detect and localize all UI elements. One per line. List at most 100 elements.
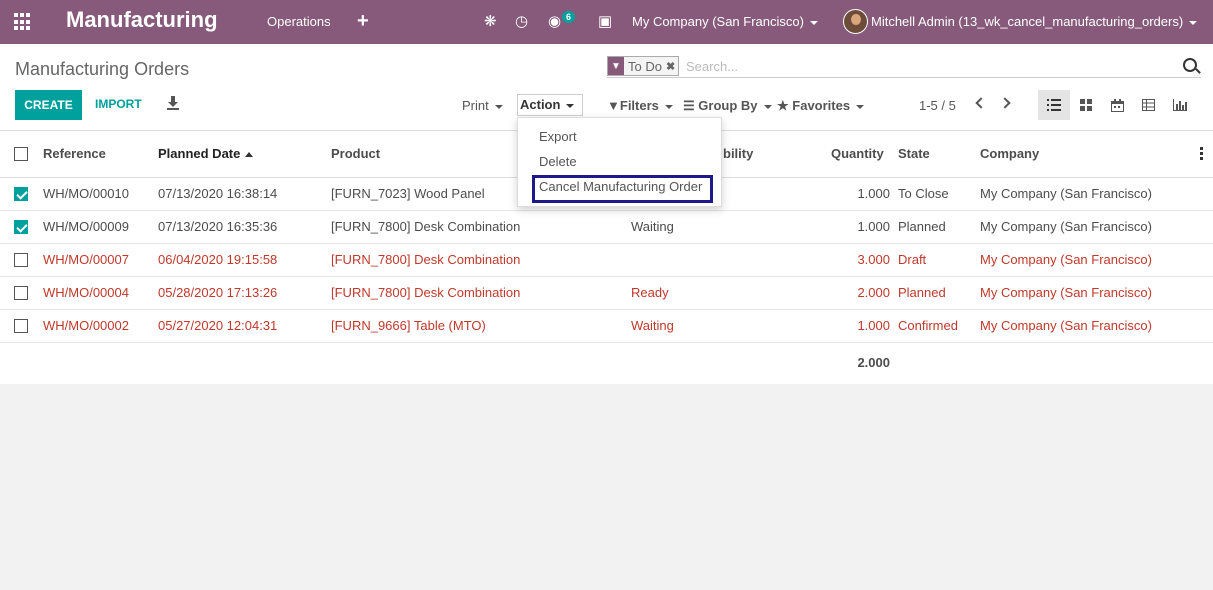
- table-row[interactable]: WH/MO/00004 05/28/2020 17:13:26 [FURN_78…: [0, 277, 1213, 310]
- row-checkbox[interactable]: [14, 286, 28, 300]
- download-icon[interactable]: [167, 96, 179, 110]
- caret-down-icon: [494, 104, 503, 109]
- cell-state: Planned: [898, 285, 946, 300]
- cell-quantity: 1.000: [857, 318, 890, 333]
- kanban-view-icon[interactable]: [1070, 90, 1102, 120]
- pager-previous-icon[interactable]: [975, 97, 987, 109]
- import-button[interactable]: IMPORT: [95, 97, 142, 111]
- row-checkbox[interactable]: [14, 187, 28, 201]
- cell-date: 05/27/2020 12:04:31: [158, 318, 278, 333]
- menu-operations[interactable]: Operations: [267, 14, 331, 29]
- menu-item-delete[interactable]: Delete: [539, 154, 577, 169]
- row-checkbox[interactable]: [14, 253, 28, 267]
- user-avatar[interactable]: [843, 9, 868, 34]
- search-facet: ▼ To Do ✖: [607, 56, 680, 76]
- cell-company: My Company (San Francisco): [980, 252, 1152, 267]
- header-company[interactable]: Company: [980, 146, 1039, 161]
- header-planned-date[interactable]: Planned Date: [158, 146, 254, 161]
- cell-company: My Company (San Francisco): [980, 285, 1152, 300]
- print-button[interactable]: Print: [462, 98, 503, 113]
- gift-icon[interactable]: ▣: [598, 12, 612, 30]
- cell-reference: WH/MO/00004: [43, 285, 129, 300]
- optional-columns-icon[interactable]: [1200, 147, 1203, 160]
- cell-product: [FURN_7023] Wood Panel: [331, 186, 485, 201]
- plus-icon[interactable]: +: [357, 10, 369, 33]
- bug-icon[interactable]: ❋: [484, 12, 497, 30]
- header-state[interactable]: State: [898, 146, 930, 161]
- select-all-checkbox[interactable]: [14, 147, 28, 161]
- cell-state: Planned: [898, 219, 946, 234]
- header-availability[interactable]: bility: [723, 146, 753, 161]
- cell-product: [FURN_7800] Desk Combination: [331, 219, 521, 234]
- favorites-button[interactable]: ★ Favorites: [777, 98, 865, 114]
- action-label: Action: [520, 97, 561, 112]
- caret-down-icon: [1189, 20, 1198, 25]
- filter-icon: ▼: [608, 57, 624, 75]
- search-icon[interactable]: [1183, 58, 1197, 72]
- company-switcher[interactable]: My Company (San Francisco): [632, 14, 818, 29]
- groupby-button[interactable]: ☰ Group By: [683, 98, 772, 114]
- caret-down-icon: [809, 20, 818, 25]
- facet-remove-icon[interactable]: ✖: [666, 60, 678, 73]
- cell-quantity: 2.000: [857, 285, 890, 300]
- quantity-total: 2.000: [857, 355, 890, 370]
- header-reference[interactable]: Reference: [43, 146, 106, 161]
- search-input[interactable]: Search...: [686, 59, 738, 74]
- menu-item-export[interactable]: Export: [539, 129, 577, 144]
- groupby-label: Group By: [698, 98, 758, 113]
- table-row[interactable]: WH/MO/00007 06/04/2020 19:15:58 [FURN_78…: [0, 244, 1213, 277]
- user-name: Mitchell Admin (13_wk_cancel_manufacturi…: [871, 14, 1184, 29]
- pager-next-icon[interactable]: [999, 97, 1011, 109]
- print-label: Print: [462, 98, 489, 113]
- cell-date: 05/28/2020 17:13:26: [158, 285, 278, 300]
- search-bar[interactable]: ▼ To Do ✖ Search...: [607, 56, 1201, 78]
- row-checkbox[interactable]: [14, 319, 28, 333]
- caret-down-icon: [856, 104, 865, 109]
- facet-label: To Do: [628, 58, 662, 74]
- header-planned-date-label: Planned Date: [158, 146, 241, 161]
- cell-product: [FURN_7800] Desk Combination: [331, 252, 521, 267]
- cell-state: Confirmed: [898, 318, 958, 333]
- cell-company: My Company (San Francisco): [980, 186, 1152, 201]
- user-menu[interactable]: Mitchell Admin (13_wk_cancel_manufacturi…: [871, 14, 1198, 29]
- cell-availability: Ready: [631, 285, 669, 300]
- caret-down-icon: [566, 103, 575, 108]
- clock-icon[interactable]: ◷: [515, 12, 528, 30]
- cell-reference: WH/MO/00009: [43, 219, 129, 234]
- cell-date: 07/13/2020 16:38:14: [158, 186, 278, 201]
- cell-company: My Company (San Francisco): [980, 219, 1152, 234]
- calendar-view-icon[interactable]: [1101, 90, 1133, 120]
- cell-product: [FURN_7800] Desk Combination: [331, 285, 521, 300]
- favorites-label: Favorites: [792, 98, 851, 113]
- action-button[interactable]: Action: [517, 94, 584, 116]
- filters-button[interactable]: ▼Filters: [607, 98, 673, 113]
- table-row[interactable]: WH/MO/00009 07/13/2020 16:35:36 [FURN_78…: [0, 211, 1213, 244]
- cell-state: To Close: [898, 186, 949, 201]
- pager-value[interactable]: 1-5 / 5: [919, 98, 956, 113]
- row-checkbox[interactable]: [14, 220, 28, 234]
- sort-ascending-icon: [245, 152, 254, 158]
- menu-item-cancel-manufacturing-order[interactable]: Cancel Manufacturing Order: [539, 179, 702, 194]
- table-row[interactable]: WH/MO/00002 05/27/2020 12:04:31 [FURN_96…: [0, 310, 1213, 343]
- app-title[interactable]: Manufacturing: [66, 7, 218, 33]
- caret-down-icon: [763, 104, 772, 109]
- bars-icon: ☰: [683, 98, 699, 113]
- cell-availability: Waiting: [631, 318, 674, 333]
- pivot-view-icon[interactable]: [1132, 90, 1164, 120]
- cell-reference: WH/MO/00007: [43, 252, 129, 267]
- filter-icon: ▼: [607, 98, 620, 113]
- chat-icon[interactable]: ◉: [548, 12, 561, 30]
- cell-product: [FURN_9666] Table (MTO): [331, 318, 486, 333]
- graph-view-icon[interactable]: [1164, 90, 1196, 120]
- filters-label: Filters: [619, 98, 659, 113]
- cell-quantity: 1.000: [857, 219, 890, 234]
- apps-grid-icon[interactable]: [14, 13, 32, 31]
- cell-date: 07/13/2020 16:35:36: [158, 219, 278, 234]
- cell-quantity: 3.000: [857, 252, 890, 267]
- list-view-icon[interactable]: [1038, 90, 1070, 120]
- header-product[interactable]: Product: [331, 146, 380, 161]
- header-quantity[interactable]: Quantity: [831, 146, 884, 161]
- messages-badge: 6: [562, 11, 576, 23]
- create-button[interactable]: CREATE: [15, 90, 82, 120]
- cell-reference: WH/MO/00002: [43, 318, 129, 333]
